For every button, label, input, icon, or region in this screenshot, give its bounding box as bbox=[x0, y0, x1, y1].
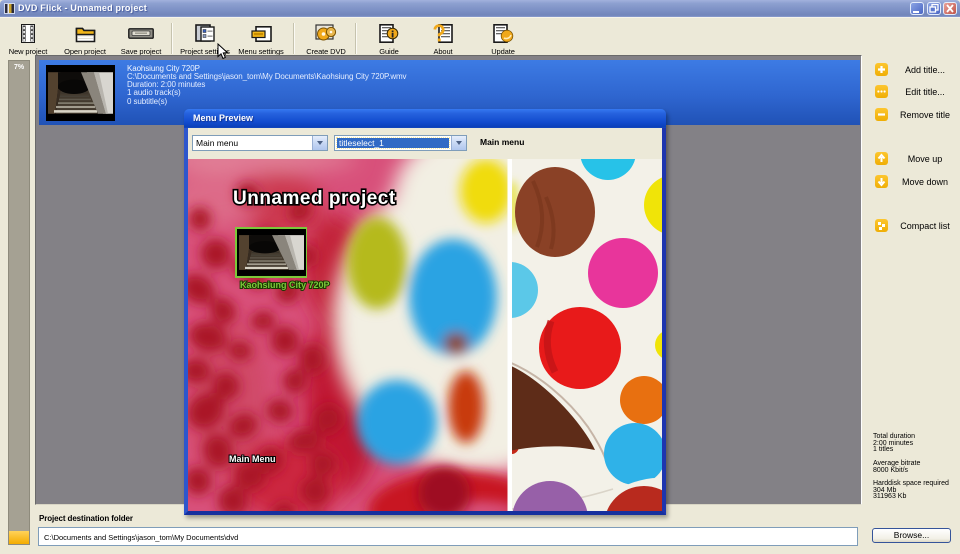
svg-text:Kaohsiung City 720P: Kaohsiung City 720P bbox=[240, 280, 330, 290]
svg-text:Unnamed project: Unnamed project bbox=[233, 188, 396, 209]
svg-text:Main Menu: Main Menu bbox=[229, 454, 276, 464]
